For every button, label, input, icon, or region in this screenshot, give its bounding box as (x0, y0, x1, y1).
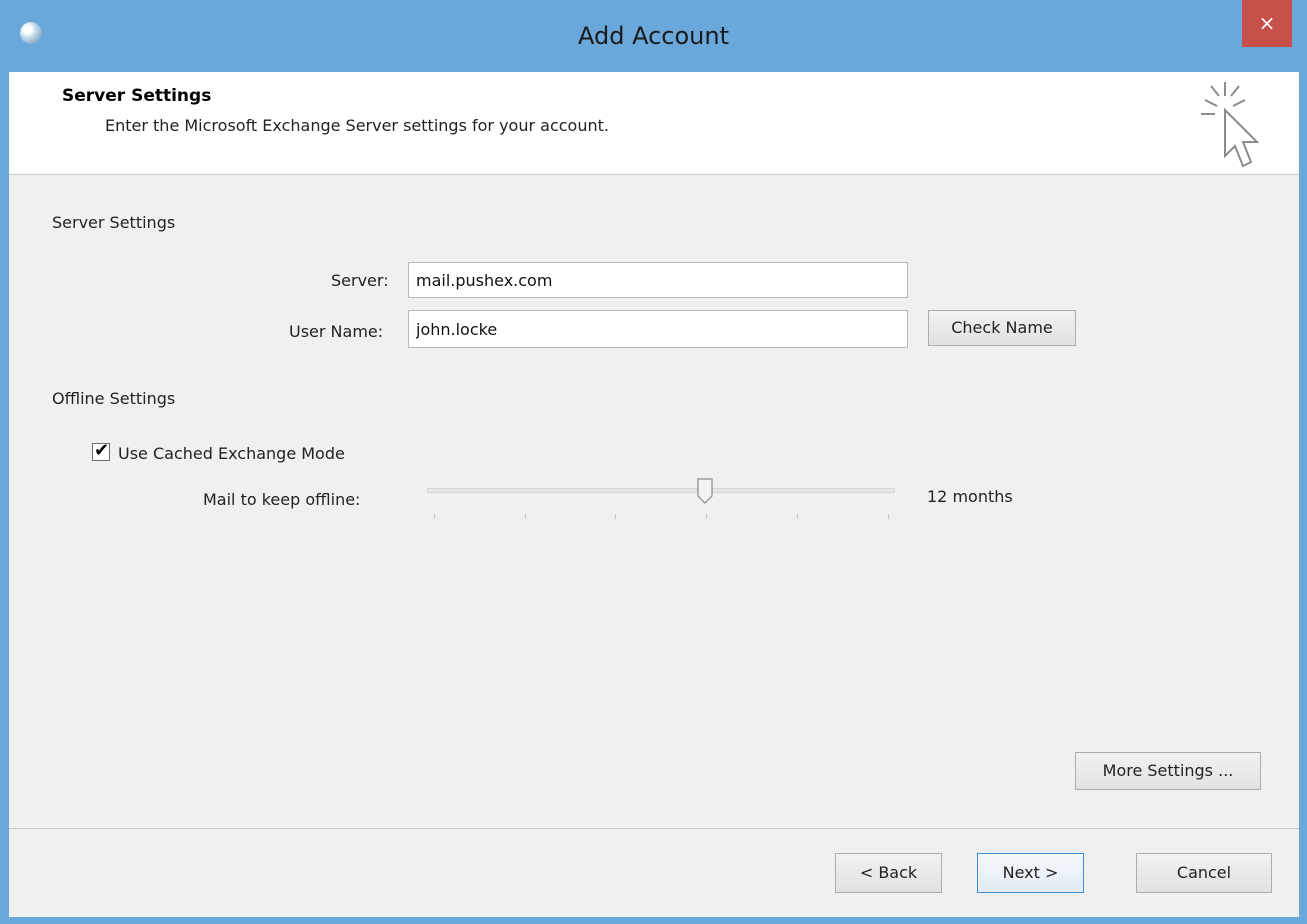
slider-tick (797, 514, 798, 519)
slider-tick (434, 514, 435, 519)
title-bar: Add Account × (0, 0, 1307, 72)
wizard-cursor-icon (1201, 82, 1260, 168)
checkmark-icon: ✔ (94, 440, 110, 461)
next-button[interactable]: Next > (977, 853, 1084, 893)
footer-divider (9, 828, 1299, 829)
server-label: Server: (331, 271, 389, 290)
slider-tick (615, 514, 616, 519)
header-title: Server Settings (62, 86, 212, 106)
mail-keep-value: 12 months (927, 487, 1013, 506)
mail-keep-slider[interactable] (427, 488, 895, 493)
check-name-button[interactable]: Check Name (928, 310, 1076, 346)
cached-mode-label[interactable]: Use Cached Exchange Mode (118, 444, 345, 463)
username-label: User Name: (289, 322, 384, 341)
cancel-button[interactable]: Cancel (1136, 853, 1272, 893)
offline-settings-heading: Offline Settings (52, 389, 176, 408)
slider-thumb-icon[interactable] (697, 478, 713, 504)
back-button[interactable]: < Back (835, 853, 942, 893)
slider-tick (525, 514, 526, 519)
dialog-header: Server Settings Enter the Microsoft Exch… (9, 72, 1299, 175)
slider-tick (888, 514, 889, 519)
server-settings-heading: Server Settings (52, 213, 176, 232)
window-title: Add Account (578, 22, 729, 50)
add-account-window: Add Account × Server Settings Enter the … (0, 0, 1307, 924)
mail-keep-label: Mail to keep offline: (203, 490, 361, 509)
username-input[interactable] (408, 310, 908, 348)
slider-tick (706, 514, 707, 519)
more-settings-button[interactable]: More Settings ... (1075, 752, 1261, 790)
cached-mode-checkbox[interactable]: ✔ (92, 440, 110, 461)
close-icon[interactable]: × (1242, 0, 1292, 47)
dialog-client-area: Server Settings Enter the Microsoft Exch… (9, 72, 1299, 917)
header-subtitle: Enter the Microsoft Exchange Server sett… (105, 116, 609, 135)
server-input[interactable] (408, 262, 908, 298)
